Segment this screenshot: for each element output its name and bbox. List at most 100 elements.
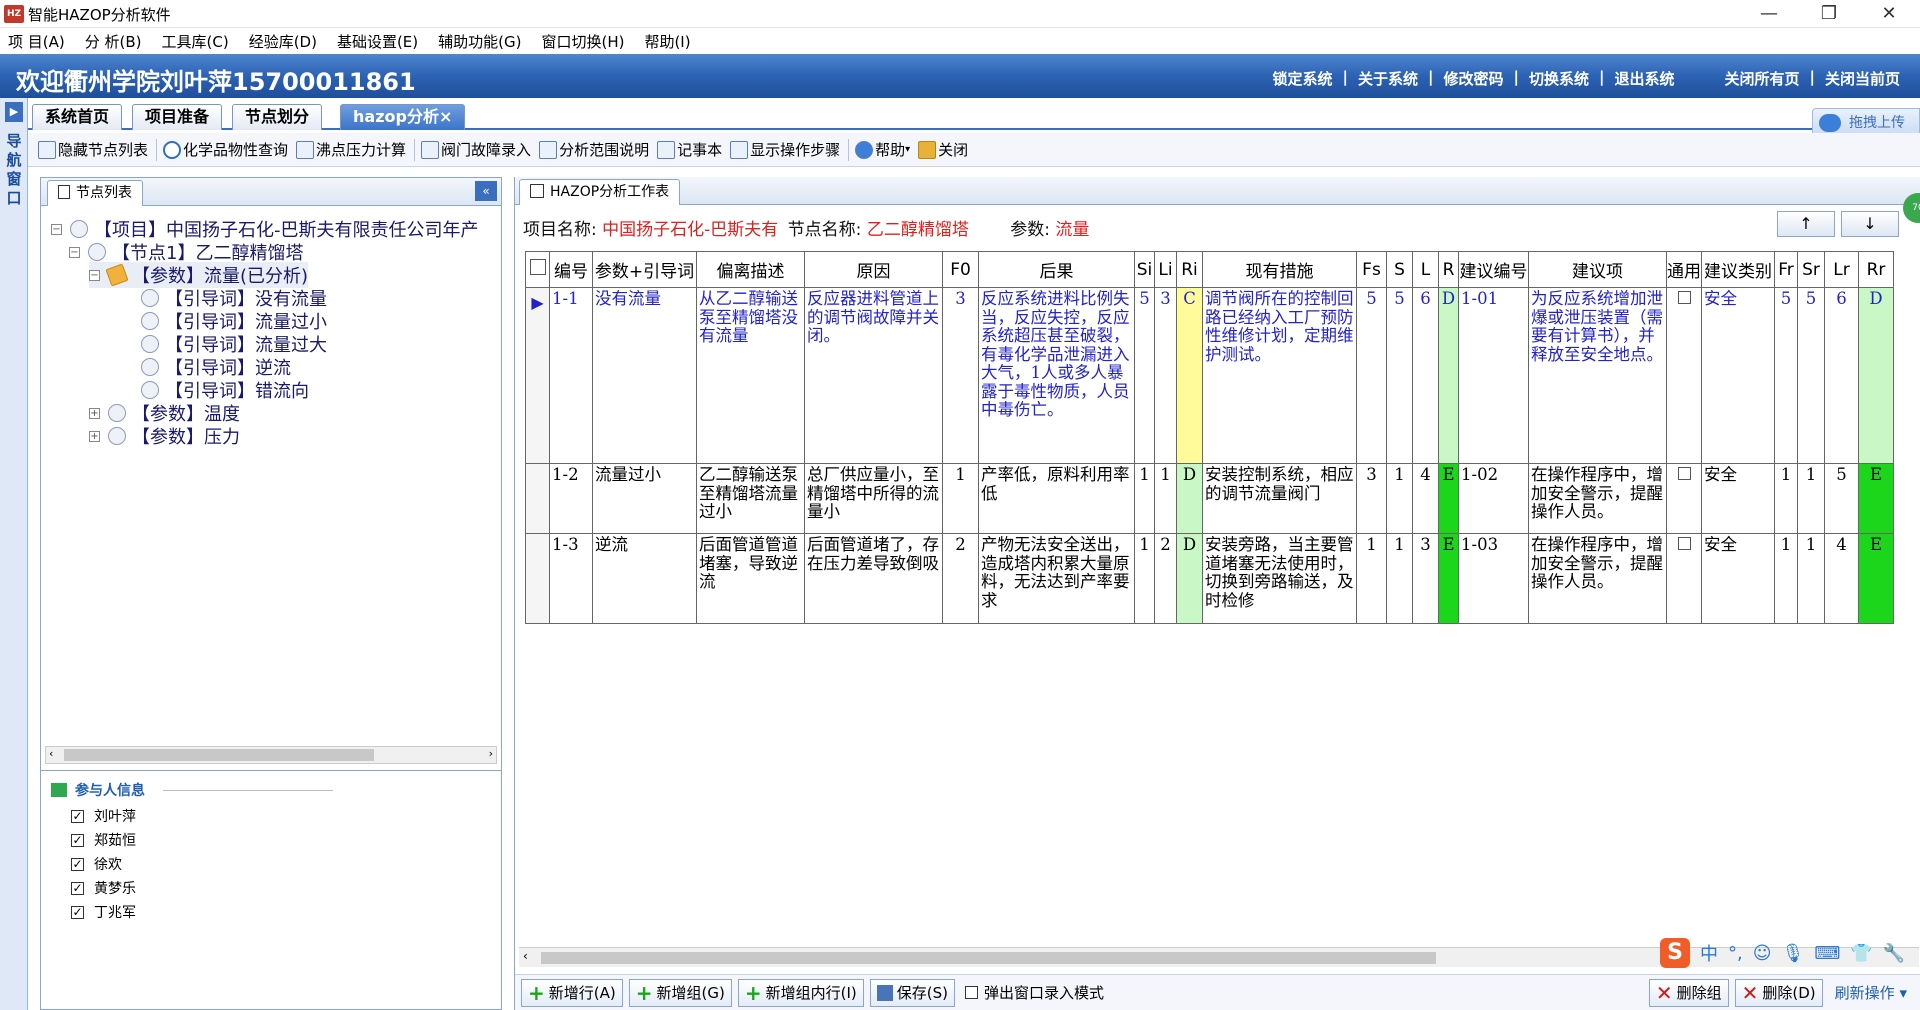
grid-cell[interactable]: 反应系统进料比例失当，反应失控，反应系统超压甚至破裂，有毒化学品泄漏进入大气，1… bbox=[978, 287, 1135, 464]
grid-header-cell[interactable]: Ri bbox=[1176, 251, 1203, 288]
node-list-tab[interactable]: 节点列表 bbox=[47, 180, 143, 206]
grid-cell[interactable]: 安全 bbox=[1701, 287, 1775, 464]
grid-cell[interactable]: E bbox=[1858, 533, 1894, 624]
scrollbar-thumb[interactable] bbox=[541, 952, 1436, 964]
participant-item[interactable]: ✓ 徐欢 bbox=[71, 854, 122, 874]
menu-project[interactable]: 项 目(A) bbox=[8, 31, 65, 52]
add-row-button[interactable]: + 新增行(A) bbox=[521, 978, 623, 1007]
collapse-icon[interactable]: − bbox=[89, 269, 100, 281]
grid-header-cell[interactable]: 通用 bbox=[1666, 251, 1702, 288]
checkbox-unchecked[interactable] bbox=[964, 986, 978, 999]
menu-settings[interactable]: 基础设置(E) bbox=[337, 31, 418, 52]
grid-cell[interactable]: 乙二醇输送泵至精馏塔流量过小 bbox=[696, 463, 805, 534]
grid-header-cell[interactable]: Rr bbox=[1858, 251, 1894, 288]
table-row[interactable]: 1-2 流量过小 乙二醇输送泵至精馏塔流量过小 总厂供应量小，至精馏塔中所得的流量小 1… bbox=[525, 463, 1894, 534]
about-system-link[interactable]: 关于系统 bbox=[1358, 68, 1418, 89]
grid-cell[interactable]: 1 bbox=[1356, 533, 1387, 624]
grid-header-cell[interactable]: R bbox=[1438, 251, 1459, 288]
ime-mode-label[interactable]: 中 bbox=[1700, 940, 1718, 966]
grid-cell[interactable]: 在操作程序中，增加安全警示，提醒操作人员。 bbox=[1528, 463, 1667, 534]
grid-cell[interactable]: 5 bbox=[1774, 287, 1798, 464]
checkbox-checked[interactable]: ✓ bbox=[71, 905, 84, 919]
grid-cell[interactable]: 安全 bbox=[1701, 533, 1775, 624]
grid-cell[interactable]: 没有流量 bbox=[592, 287, 697, 464]
grid-cell[interactable]: 调节阀所在的控制回路已经纳入工厂预防性维修计划，定期维护测试。 bbox=[1202, 287, 1357, 464]
row-selector[interactable]: ▶ bbox=[525, 287, 550, 464]
grid-cell[interactable]: 3 bbox=[942, 287, 979, 464]
scroll-left-icon[interactable]: ‹ bbox=[49, 747, 53, 760]
grid-header-cell[interactable]: L bbox=[1412, 251, 1439, 288]
chemical-query-button[interactable]: 化学品物性查询 bbox=[163, 139, 288, 160]
delete-group-button[interactable]: ✕ 删除组 bbox=[1648, 978, 1729, 1007]
lock-system-link[interactable]: 锁定系统 bbox=[1272, 68, 1332, 89]
grid-cell[interactable]: 产物无法安全送出，造成塔内积累大量原料，无法达到产率要求 bbox=[978, 533, 1135, 624]
microphone-icon[interactable]: 🎙 bbox=[1782, 943, 1805, 964]
grid-cell[interactable]: D bbox=[1438, 287, 1459, 464]
common-checkbox[interactable] bbox=[1677, 467, 1691, 480]
grid-cell[interactable]: 后面管道管道堵塞，导致逆流 bbox=[696, 533, 805, 624]
grid-cell[interactable]: 1-3 bbox=[549, 533, 593, 624]
grid-cell[interactable]: 1-01 bbox=[1458, 287, 1529, 464]
grid-header-cell[interactable]: Li bbox=[1154, 251, 1177, 288]
grid-cell[interactable]: 2 bbox=[942, 533, 979, 624]
participant-item[interactable]: ✓ 黄梦乐 bbox=[71, 878, 136, 898]
scrollbar-thumb[interactable] bbox=[64, 749, 374, 761]
common-checkbox[interactable] bbox=[1677, 537, 1691, 550]
grid-cell[interactable]: 5 bbox=[1797, 287, 1825, 464]
grid-cell[interactable]: D bbox=[1176, 533, 1203, 624]
grid-header-cell[interactable]: 后果 bbox=[978, 251, 1135, 288]
grid-cell[interactable]: 产率低，原料利用率低 bbox=[978, 463, 1135, 534]
notepad-button[interactable]: 记事本 bbox=[657, 139, 722, 160]
hide-node-list-button[interactable]: 隐藏节点列表 bbox=[38, 139, 148, 160]
close-all-pages-link[interactable]: 关闭所有页 bbox=[1724, 68, 1799, 89]
wrench-icon[interactable]: 🔧 bbox=[1883, 943, 1905, 964]
grid-header-cell[interactable]: 建议类别 bbox=[1701, 251, 1775, 288]
move-up-button[interactable]: ↑ bbox=[1777, 211, 1835, 237]
logout-link[interactable]: 退出系统 bbox=[1614, 68, 1674, 89]
grid-cell[interactable]: 1-1 bbox=[549, 287, 593, 464]
tree-node-pressure[interactable]: + 【参数】压力 bbox=[89, 423, 240, 449]
scroll-right-icon[interactable]: › bbox=[489, 747, 493, 760]
participant-item[interactable]: ✓ 郑茹恒 bbox=[71, 830, 136, 850]
progress-badge[interactable]: 70 bbox=[1903, 193, 1920, 223]
grid-cell[interactable]: 5 bbox=[1134, 287, 1155, 464]
grid-cell[interactable]: 4 bbox=[1824, 533, 1859, 624]
grid-cell[interactable]: 1 bbox=[1154, 463, 1177, 534]
grid-cell[interactable]: 1 bbox=[1774, 463, 1798, 534]
add-in-group-button[interactable]: + 新增组内行(I) bbox=[737, 978, 864, 1007]
switch-system-link[interactable]: 切换系统 bbox=[1529, 68, 1589, 89]
grid-cell[interactable]: 1 bbox=[1134, 463, 1155, 534]
restore-button[interactable]: ❐ bbox=[1800, 0, 1858, 28]
grid-cell[interactable]: 1 bbox=[1134, 533, 1155, 624]
analysis-scope-button[interactable]: 分析范围说明 bbox=[539, 139, 649, 160]
worksheet-tab[interactable]: HAZOP分析工作表 bbox=[519, 179, 681, 205]
grid-cell[interactable]: C bbox=[1176, 287, 1203, 464]
change-password-link[interactable]: 修改密码 bbox=[1443, 68, 1503, 89]
grid-cell[interactable]: 3 bbox=[1412, 533, 1439, 624]
grid-cell[interactable]: E bbox=[1438, 533, 1459, 624]
expand-nav-icon[interactable]: ▶ bbox=[5, 102, 23, 122]
grid-header-cell[interactable]: 现有措施 bbox=[1202, 251, 1357, 288]
tab-home[interactable]: 系统首页 bbox=[32, 104, 123, 130]
grid-cell[interactable]: 5 bbox=[1356, 287, 1387, 464]
popup-mode-toggle[interactable]: 弹出窗口录入模式 bbox=[961, 982, 1104, 1003]
grid-cell[interactable]: 后面管道堵了，存在压力差导致倒吸 bbox=[804, 533, 943, 624]
sogou-logo-icon[interactable]: S bbox=[1660, 938, 1690, 968]
checkbox-checked[interactable]: ✓ bbox=[71, 881, 84, 895]
grid-cell[interactable]: 1 bbox=[1386, 533, 1413, 624]
grid-cell[interactable]: 安装旁路，当主要管道堵塞无法使用时，切换到旁路输送，及时检修 bbox=[1202, 533, 1357, 624]
refresh-dropdown[interactable]: 刷新操作 ▾ bbox=[1835, 982, 1907, 1003]
grid-cell[interactable]: 安装控制系统，相应的调节流量阀门 bbox=[1202, 463, 1357, 534]
grid-select-header[interactable] bbox=[525, 251, 550, 288]
close-current-page-link[interactable]: 关闭当前页 bbox=[1825, 68, 1900, 89]
grid-header-cell[interactable]: Fs bbox=[1356, 251, 1387, 288]
grid-cell[interactable]: 1 bbox=[942, 463, 979, 534]
keyboard-icon[interactable]: ⌨ bbox=[1814, 943, 1840, 964]
show-steps-button[interactable]: 显示操作步骤 bbox=[730, 139, 840, 160]
row-selector[interactable] bbox=[525, 533, 550, 624]
tab-hazop-analysis[interactable]: hazop分析× bbox=[340, 104, 466, 130]
grid-cell[interactable]: 6 bbox=[1824, 287, 1859, 464]
nav-window-label[interactable]: 导航窗口 bbox=[6, 132, 22, 208]
grid-header-cell[interactable]: 偏离描述 bbox=[696, 251, 805, 288]
collapse-icon[interactable]: − bbox=[51, 223, 62, 235]
